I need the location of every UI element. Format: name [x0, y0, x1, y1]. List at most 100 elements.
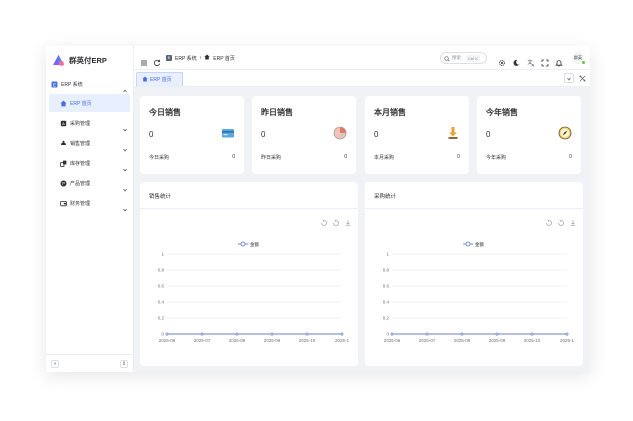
x-tick-label: 2025-09 [264, 338, 281, 343]
restore-icon[interactable] [558, 219, 564, 226]
x-tick-label: 2025-10 [524, 338, 541, 343]
stat-card-year: 今年销售 0 今年采购 0 [477, 96, 581, 174]
breadcrumb-item-erp-system[interactable]: ERP 系统 [175, 55, 197, 62]
menu-toggle-icon[interactable] [140, 54, 148, 66]
sidebar-item-label: ERP 首页 [70, 100, 92, 107]
y-tick-label: 1 [161, 252, 164, 257]
chevron-down-icon [122, 160, 128, 172]
avatar[interactable]: 群英 [572, 52, 585, 64]
data-point [235, 332, 239, 336]
sidebar-item-product[interactable]: P 产品管理 [46, 174, 134, 192]
breadcrumb-item-erp-home[interactable]: ERP 首页 [213, 55, 235, 62]
zoom-icon[interactable] [321, 219, 327, 226]
zoom-icon[interactable] [546, 219, 552, 226]
sales-chart: 金额 0 0.2 0.4 0.6 0.8 1 2025-06 2025-07 2025-08 202… [158, 219, 351, 343]
tab-erp-home[interactable]: ERP 首页 [136, 72, 183, 86]
y-tick-label: 0.2 [383, 316, 390, 321]
data-point [200, 332, 204, 336]
card-foot-label: 今年采购 [486, 155, 507, 161]
y-tick-label: 0.6 [158, 284, 165, 289]
legend-marker [240, 241, 246, 247]
sidebar-item-label: 库存管理 [70, 160, 91, 167]
restore-icon[interactable] [333, 219, 339, 226]
save-image-icon[interactable] [570, 220, 576, 226]
sidebar-item-sales[interactable]: 销售管理 [46, 134, 134, 152]
save-image-icon-path [570, 220, 576, 226]
settings-icon[interactable] [498, 54, 506, 66]
x-tick-label: 2025-07 [419, 338, 436, 343]
pie-chart-icon [333, 126, 347, 140]
x-tick-label: 2025-1 [560, 338, 575, 343]
card-foot-label: 昨日采购 [261, 155, 282, 161]
sidebar: 群英付ERP E ERP 系统 ERP 首页 A 采购管理 销售管理 库存管理 … [46, 46, 134, 372]
card-foot-value: 0 [569, 154, 572, 160]
dark-mode-icon[interactable] [512, 54, 520, 66]
lock-sidebar-button[interactable]: ⇕ [120, 360, 128, 368]
sidebar-item-label: 采购管理 [70, 120, 91, 127]
expand-icon [579, 69, 586, 87]
purchase-chart-panel: 采购统计 金额 0 0.2 0.4 0.6 0.8 1 2025-06 2025-07 2025-… [365, 182, 583, 366]
x-tick-label: 2025-1 [335, 338, 350, 343]
search-placeholder: 搜索 [452, 55, 461, 60]
translate-icon[interactable]: 文A [527, 54, 535, 68]
bell-icon[interactable] [555, 54, 563, 67]
save-image-icon[interactable] [345, 220, 351, 226]
card-foot-value: 0 [232, 154, 235, 160]
svg-text:E: E [53, 82, 56, 87]
app-name: 群英付ERP [69, 55, 107, 65]
chevron-down-icon [122, 200, 128, 212]
x-tick-label: 2025-06 [159, 338, 176, 343]
card-foot-label: 本月采购 [374, 155, 395, 161]
refresh-icon[interactable] [153, 54, 161, 67]
card-title: 今日销售 [149, 108, 181, 117]
y-tick-label: 0.8 [383, 268, 390, 273]
sales-chart-panel: 销售统计 金额 0 0.2 0.4 0.6 0.8 1 2025-06 2025-07 2025-… [140, 182, 358, 366]
card-title: 本月销售 [374, 108, 406, 117]
logo[interactable]: 群英付ERP [52, 53, 107, 67]
card-value: 0 [374, 130, 379, 139]
chart-title: 采购统计 [374, 194, 397, 200]
x-tick-label: 2025-08 [454, 338, 471, 343]
zoom-icon-path [546, 219, 552, 226]
home-icon [142, 76, 148, 84]
sales-icon [60, 140, 67, 147]
fullscreen-icon[interactable] [541, 54, 549, 67]
card-value: 0 [149, 130, 154, 139]
avatar-label: 群英 [574, 55, 582, 60]
card-foot-value: 0 [457, 154, 460, 160]
finance-icon [60, 200, 67, 207]
save-image-icon-path [345, 220, 351, 226]
erp-icon: E [51, 81, 58, 88]
breadcrumb: E ERP 系统 › ERP 首页 [166, 54, 235, 62]
home-icon [60, 100, 67, 107]
data-point [530, 332, 534, 336]
card-title: 今年销售 [486, 108, 518, 117]
data-point [495, 332, 499, 336]
sidebar-item-purchase[interactable]: A 采购管理 [46, 114, 134, 132]
restore-icon-path [558, 219, 564, 226]
y-tick-label: 1 [386, 252, 389, 257]
sidebar-item-stock[interactable]: 库存管理 [46, 154, 134, 172]
restore-icon-path [333, 219, 339, 226]
sidebar-footer: « ⇕ [46, 354, 134, 372]
stat-card-month: 本月销售 0 本月采购 0 [365, 96, 469, 174]
sidebar-item-erp-home[interactable]: ERP 首页 [49, 94, 130, 112]
sidebar-group-erp[interactable]: E ERP 系统 [46, 78, 134, 93]
search-box[interactable]: 搜索 Ctrl K [440, 52, 487, 64]
svg-text:A: A [532, 63, 535, 68]
data-point [270, 332, 274, 336]
x-tick-label: 2025-10 [299, 338, 316, 343]
header: E ERP 系统 › ERP 首页 搜索 Ctrl K 文A 群英 [134, 46, 590, 70]
sidebar-item-finance[interactable]: 财务管理 [46, 194, 134, 212]
card-foot-label: 今日采购 [149, 155, 170, 161]
collapse-sidebar-button[interactable]: « [51, 360, 59, 368]
erp-icon: E [166, 55, 172, 61]
purchase-chart: 金额 0 0.2 0.4 0.6 0.8 1 2025-06 2025-07 2025-08 202… [383, 219, 576, 343]
sidebar-item-label: 产品管理 [70, 180, 91, 187]
compass-icon [558, 126, 572, 140]
tab-maximize-button[interactable] [577, 73, 587, 83]
stat-card-yesterday: 昨日销售 0 昨日采购 0 [252, 96, 356, 174]
card-title: 昨日销售 [261, 108, 293, 117]
sidebar-group-label: ERP 系统 [61, 81, 83, 88]
tab-menu-button[interactable] [564, 73, 574, 83]
